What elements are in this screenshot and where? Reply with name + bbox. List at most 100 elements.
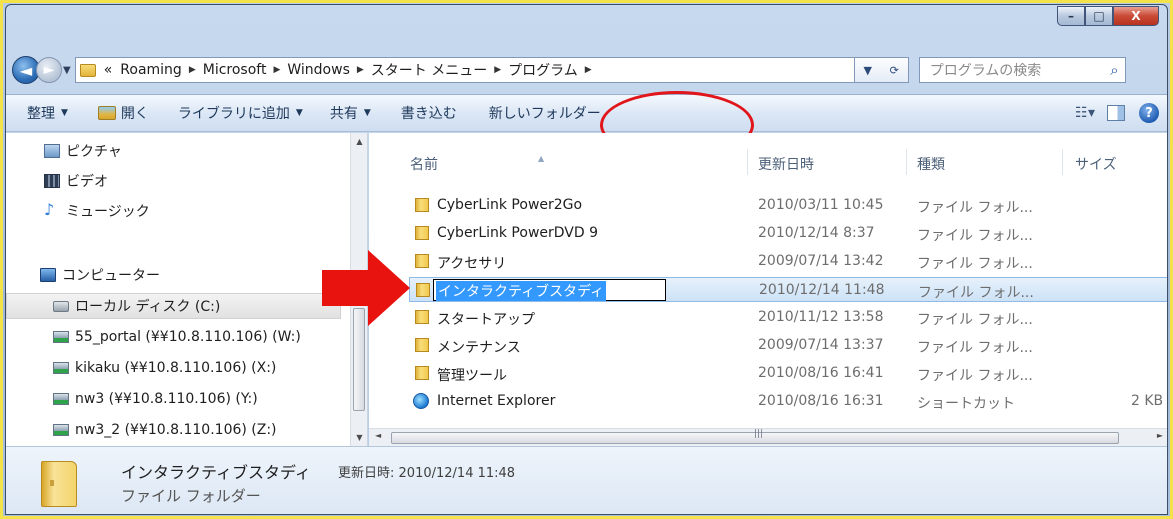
forward-arrow-icon: ► bbox=[43, 62, 55, 78]
nav-item-label: コンピューター bbox=[62, 268, 160, 284]
table-row-selected[interactable]: インタラクティブスタディ 2010/12/14 11:48 ファイル フォル..… bbox=[409, 277, 1167, 302]
address-dropdown-icon[interactable]: ▼ bbox=[864, 64, 872, 77]
nav-item-label: nw3 (¥¥10.8.110.106) (Y:) bbox=[75, 391, 258, 407]
breadcrumb-item[interactable]: Microsoft bbox=[203, 62, 267, 78]
forward-button[interactable]: ► bbox=[36, 57, 62, 83]
table-row[interactable]: Internet Explorer 2010/08/16 16:31 ショートカ… bbox=[409, 389, 1167, 414]
music-icon: ♪ bbox=[44, 200, 55, 219]
table-row[interactable]: CyberLink Power2Go 2010/03/11 10:45 ファイル… bbox=[409, 193, 1167, 218]
scroll-right-icon[interactable]: ► bbox=[1157, 431, 1163, 440]
file-date: 2010/11/12 13:58 bbox=[758, 309, 884, 325]
table-row[interactable]: アクセサリ 2009/07/14 13:42 ファイル フォル... bbox=[409, 249, 1167, 274]
address-bar[interactable]: « Roaming ▶ Microsoft ▶ Windows ▶ スタート メニュー… bbox=[74, 57, 855, 83]
details-modified: 更新日時: 2010/12/14 11:48 bbox=[338, 462, 515, 481]
file-date: 2010/12/14 8:37 bbox=[758, 225, 875, 241]
folder-icon bbox=[415, 254, 429, 268]
network-drive-icon bbox=[53, 362, 69, 374]
nav-item-pictures[interactable]: ピクチャ bbox=[44, 138, 122, 164]
nav-item-computer[interactable]: コンピューター bbox=[40, 262, 160, 288]
breadcrumb-item[interactable]: Roaming bbox=[120, 62, 182, 78]
add-to-library-button[interactable]: ライブラリに追加 ▼ bbox=[178, 103, 303, 123]
table-row[interactable]: CyberLink PowerDVD 9 2010/12/14 8:37 ファイ… bbox=[409, 221, 1167, 246]
refresh-icon[interactable]: ⟳ bbox=[890, 64, 899, 77]
column-header-date[interactable]: 更新日時 bbox=[758, 154, 814, 174]
folder-icon bbox=[79, 63, 96, 77]
burn-button[interactable]: 書き込む bbox=[401, 103, 457, 123]
breadcrumb-arrow-icon[interactable]: ▶ bbox=[585, 65, 592, 75]
explorer-window: – □ X ◄ ► ▼ « Roaming ▶ Microsoft ▶ Window… bbox=[5, 4, 1168, 515]
breadcrumb: Roaming ▶ Microsoft ▶ Windows ▶ スタート メニュー ▶ … bbox=[120, 60, 598, 80]
back-arrow-icon: ◄ bbox=[19, 60, 33, 80]
breadcrumb-arrow-icon[interactable]: ▶ bbox=[494, 65, 501, 75]
horizontal-scrollbar[interactable]: ◄ ||| ► bbox=[369, 428, 1167, 446]
view-options-icon[interactable]: ☷ ▾ bbox=[1075, 105, 1095, 121]
breadcrumb-item[interactable]: プログラム bbox=[508, 60, 578, 80]
file-type: ショートカット bbox=[917, 396, 1015, 412]
scroll-down-icon[interactable]: ▼ bbox=[351, 429, 367, 446]
help-icon[interactable]: ? bbox=[1139, 103, 1159, 123]
rename-input[interactable]: インタラクティブスタディ bbox=[433, 279, 666, 301]
minimize-button[interactable]: – bbox=[1057, 6, 1085, 26]
column-header-type[interactable]: 種類 bbox=[917, 154, 945, 174]
pictures-icon bbox=[44, 144, 60, 158]
add-to-library-label: ライブラリに追加 bbox=[177, 106, 290, 122]
file-name: 管理ツール bbox=[437, 368, 507, 384]
table-row[interactable]: スタートアップ 2010/11/12 13:58 ファイル フォル... bbox=[409, 305, 1167, 330]
organize-label: 整理 bbox=[27, 106, 55, 122]
file-name: CyberLink Power2Go bbox=[437, 197, 583, 213]
column-header-size[interactable]: サイズ bbox=[1075, 154, 1117, 174]
breadcrumb-arrow-icon[interactable]: ▶ bbox=[189, 65, 196, 75]
new-folder-button[interactable]: 新しいフォルダー bbox=[489, 103, 601, 123]
nav-item-label: ミュージック bbox=[66, 204, 150, 220]
file-type: ファイル フォル... bbox=[917, 256, 1033, 272]
network-drive-icon bbox=[53, 393, 69, 405]
nav-item-drive-y[interactable]: nw3 (¥¥10.8.110.106) (Y:) bbox=[53, 386, 258, 412]
breadcrumb-arrow-icon[interactable]: ▶ bbox=[273, 65, 280, 75]
nav-item-drive-x[interactable]: kikaku (¥¥10.8.110.106) (X:) bbox=[53, 355, 276, 381]
recent-pages-dropdown[interactable]: ▼ bbox=[63, 65, 71, 76]
file-type: ファイル フォル... bbox=[918, 285, 1034, 301]
breadcrumb-overflow[interactable]: « bbox=[104, 62, 113, 78]
open-folder-icon bbox=[97, 106, 116, 120]
search-input[interactable]: プログラムの検索 ⌕ bbox=[918, 57, 1126, 83]
breadcrumb-item[interactable]: Windows bbox=[287, 62, 350, 78]
table-row[interactable]: 管理ツール 2010/08/16 16:41 ファイル フォル... bbox=[409, 361, 1167, 386]
nav-item-drive-w[interactable]: 55_portal (¥¥10.8.110.106) (W:) bbox=[53, 324, 301, 350]
close-button[interactable]: X bbox=[1113, 6, 1159, 26]
column-headers: ▲ 名前 更新日時 種類 サイズ bbox=[369, 133, 1167, 175]
organize-button[interactable]: 整理 ▼ bbox=[27, 103, 68, 123]
column-divider[interactable] bbox=[747, 149, 748, 175]
column-divider[interactable] bbox=[906, 149, 907, 175]
nav-item-drive-z[interactable]: nw3_2 (¥¥10.8.110.106) (Z:) bbox=[53, 417, 277, 443]
file-name: Internet Explorer bbox=[437, 393, 556, 409]
sort-indicator-icon: ▲ bbox=[538, 154, 545, 163]
nav-item-label: ビデオ bbox=[66, 174, 108, 190]
preview-pane-icon[interactable] bbox=[1107, 105, 1125, 121]
breadcrumb-item[interactable]: スタート メニュー bbox=[371, 60, 487, 80]
file-name: スタートアップ bbox=[437, 312, 535, 328]
column-header-name[interactable]: 名前 bbox=[410, 154, 438, 174]
details-modified-label: 更新日時: bbox=[338, 466, 395, 481]
nav-item-local-disk[interactable]: ローカル ディスク (C:) bbox=[6, 293, 341, 319]
large-folder-icon bbox=[41, 461, 77, 507]
caption-buttons: – □ X bbox=[1057, 6, 1159, 26]
share-button[interactable]: 共有 ▼ bbox=[330, 103, 371, 123]
nav-scrollbar[interactable]: ▲ ▼ bbox=[350, 133, 367, 446]
file-date: 2010/08/16 16:41 bbox=[758, 365, 884, 381]
scrollbar-thumb[interactable] bbox=[353, 308, 365, 411]
disk-icon bbox=[53, 300, 69, 312]
search-icon[interactable]: ⌕ bbox=[1110, 61, 1118, 79]
file-type: ファイル フォル... bbox=[917, 200, 1033, 216]
scroll-up-icon[interactable]: ▲ bbox=[351, 133, 367, 150]
nav-item-music[interactable]: ♪ ミュージック bbox=[44, 198, 150, 224]
maximize-button[interactable]: □ bbox=[1085, 6, 1113, 26]
open-button[interactable]: 開く bbox=[97, 103, 149, 123]
nav-item-label: ローカル ディスク (C:) bbox=[75, 299, 221, 315]
table-row[interactable]: メンテナンス 2009/07/14 13:37 ファイル フォル... bbox=[409, 333, 1167, 358]
scroll-left-icon[interactable]: ◄ bbox=[375, 431, 381, 440]
nav-item-videos[interactable]: ビデオ bbox=[44, 168, 108, 194]
details-type: ファイル フォルダー bbox=[121, 487, 261, 505]
internet-explorer-icon bbox=[413, 393, 429, 409]
column-divider[interactable] bbox=[1062, 149, 1063, 175]
breadcrumb-arrow-icon[interactable]: ▶ bbox=[357, 65, 364, 75]
